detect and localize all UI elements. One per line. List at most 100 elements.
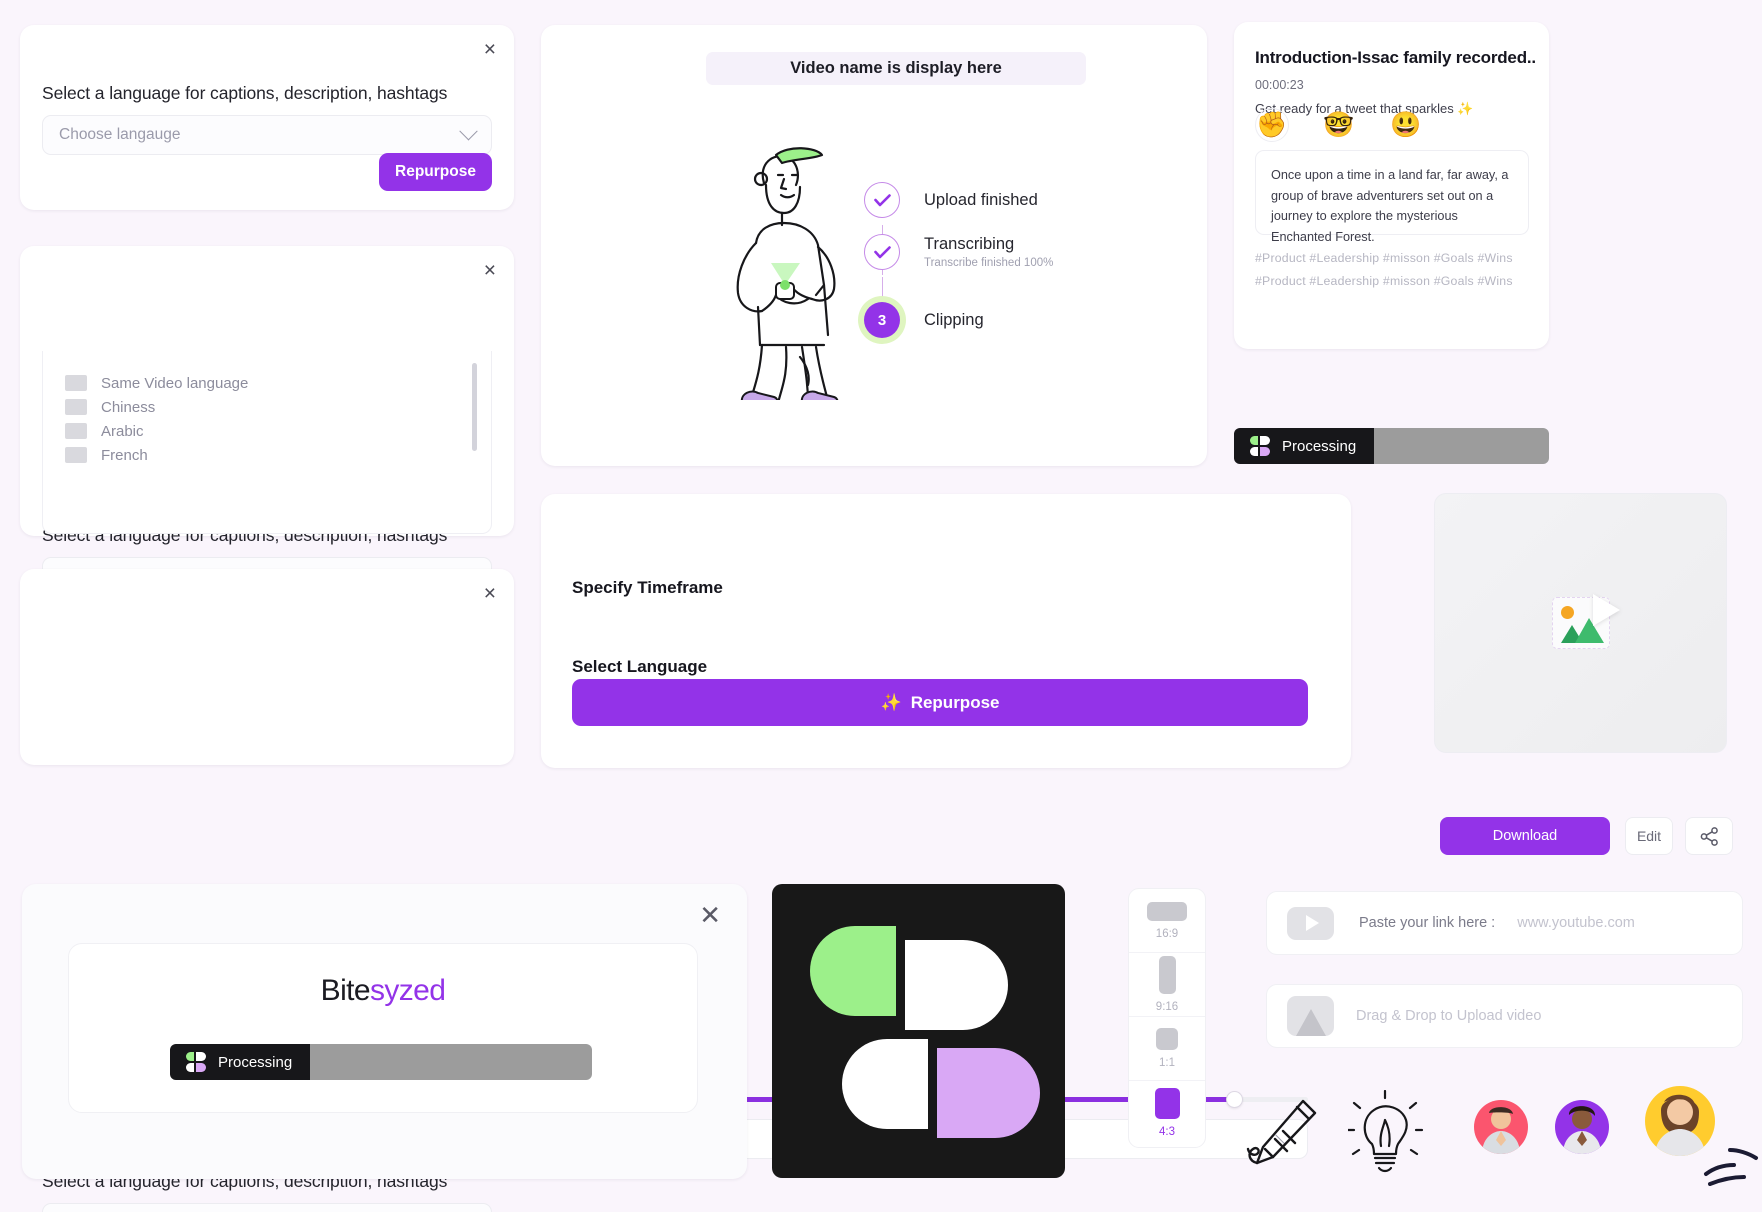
clip-title: Introduction-Issac family recorded... xyxy=(1255,48,1535,67)
processing-bar-bite: Processing xyxy=(170,1044,592,1080)
bitesyzed-inner: Bitesyzed Processing xyxy=(68,943,698,1113)
dropdown-option[interactable]: French xyxy=(65,443,491,467)
check-icon xyxy=(873,193,891,206)
flag-swatch xyxy=(65,447,87,463)
close-icon[interactable]: × xyxy=(484,39,496,60)
close-icon[interactable]: × xyxy=(484,583,496,604)
avatar-2[interactable] xyxy=(1555,1100,1609,1154)
step-label: Transcribing xyxy=(924,235,1015,253)
slider-knob-max[interactable] xyxy=(1225,1091,1243,1108)
sparkle-lines-doodle-icon xyxy=(1704,1148,1758,1186)
aspect-shape-icon xyxy=(1147,901,1187,921)
step-label: Clipping xyxy=(924,310,984,329)
chevron-down-icon xyxy=(459,121,478,140)
emoji-reaction-2[interactable]: 🤓 xyxy=(1322,108,1356,142)
language-select-1[interactable]: Choose langauge xyxy=(42,115,492,155)
edit-button[interactable]: Edit xyxy=(1625,817,1673,855)
person-illustration xyxy=(736,147,839,400)
language-dropdown-list[interactable]: Same Video language Chiness Arabic Frenc… xyxy=(42,351,492,534)
step-check-icon xyxy=(864,234,900,270)
avatar-1[interactable] xyxy=(1474,1100,1528,1154)
image-placeholder-icon xyxy=(1551,594,1620,649)
step-clipping: 3 Clipping xyxy=(864,302,984,338)
step-number-badge: 3 xyxy=(864,302,900,338)
aspect-label: 9:16 xyxy=(1155,1001,1179,1013)
check-icon xyxy=(873,245,891,258)
repurpose-button-1[interactable]: Repurpose xyxy=(379,153,492,191)
brand-logo-large-icon xyxy=(810,926,1040,1138)
processing-label: Processing xyxy=(218,1053,293,1071)
aspect-shape-icon xyxy=(1156,1028,1178,1050)
download-button[interactable]: Download xyxy=(1440,817,1610,855)
step-transcribing: Transcribing Transcribe finished 100% xyxy=(864,234,1053,270)
dropdown-option[interactable]: Arabic xyxy=(65,419,491,443)
aspect-option-9-16[interactable]: 9:16 xyxy=(1129,953,1205,1017)
aspect-label: 16:9 xyxy=(1155,927,1179,940)
youtube-icon xyxy=(1287,906,1334,940)
aspect-label: 4:3 xyxy=(1159,1126,1175,1138)
select-language-label: Select Language xyxy=(572,657,708,676)
link-input-placeholder: www.youtube.com xyxy=(1517,915,1635,931)
brand-name-part-1: Bite xyxy=(320,974,371,1007)
language-select-3[interactable]: Russian xyxy=(42,1203,492,1212)
brand-logo-tile xyxy=(772,884,1065,1178)
flag-swatch xyxy=(65,399,87,415)
processing-bar-right: Processing xyxy=(1234,428,1549,464)
aspect-label: 1:1 xyxy=(1159,1057,1175,1069)
dropdown-option[interactable]: Chiness xyxy=(65,395,491,419)
dropdown-option-label: French xyxy=(101,446,148,464)
share-button[interactable] xyxy=(1685,817,1733,855)
image-icon xyxy=(1287,996,1334,1036)
app-root: × Select a language for captions, descri… xyxy=(0,0,1762,1212)
timeframe-label: Specify Timeframe xyxy=(572,578,723,597)
timeframe-card: Specify Timeframe Select Language Englis… xyxy=(541,494,1351,1159)
processing-label: Processing xyxy=(1282,437,1357,455)
aspect-option-4-3[interactable]: 4:3 xyxy=(1129,1081,1205,1145)
video-name-banner: Video name is display here xyxy=(706,52,1086,85)
repurpose-main-button[interactable]: ✨ Repurpose xyxy=(572,679,1308,726)
play-icon[interactable] xyxy=(1592,594,1620,626)
step-check-icon xyxy=(864,182,900,218)
language-card-3: × Select a language for captions, descri… xyxy=(20,569,514,1212)
processing-status: Processing xyxy=(1234,428,1375,464)
lightbulb-doodle-icon xyxy=(1348,1090,1424,1173)
sparkle-icon: ✨ xyxy=(880,692,902,712)
avatar-person-2 xyxy=(1563,1106,1601,1154)
emoji-reaction-3[interactable]: 😃 xyxy=(1389,108,1423,142)
upload-label: Drag & Drop to Upload video xyxy=(1356,1008,1542,1024)
select-placeholder: Choose langauge xyxy=(59,126,181,143)
aspect-option-16-9[interactable]: 16:9 xyxy=(1129,889,1205,953)
pencil-doodle-icon xyxy=(1246,1099,1317,1165)
step-sublabel: Transcribe finished 100% xyxy=(924,257,1054,269)
processing-status: Processing xyxy=(170,1044,311,1080)
dropdown-option[interactable]: Same Video language xyxy=(65,371,491,395)
card-title: Select a language for captions, descript… xyxy=(42,83,448,103)
hero-card: Video name is display here Upload finish… xyxy=(541,25,1207,466)
aspect-ratio-selector[interactable]: 16:9 9:16 1:1 4:3 xyxy=(1128,888,1206,1148)
close-icon[interactable]: × xyxy=(484,260,496,281)
processing-track xyxy=(310,1044,592,1080)
clip-hashtags-line-1: #Product #Leadership #misson #Goals #Win… xyxy=(1255,251,1513,265)
step-upload-finished: Upload finished xyxy=(864,182,1038,218)
clip-info-panel: Introduction-Issac family recorded... 00… xyxy=(1234,22,1549,349)
step-label: Upload finished xyxy=(924,190,1038,209)
youtube-link-input[interactable]: Paste your link here : www.youtube.com xyxy=(1266,891,1743,955)
emoji-reaction-1[interactable]: ✊ xyxy=(1255,108,1289,142)
dropdown-scrollbar[interactable] xyxy=(472,363,477,451)
bitesyzed-card: ✕ Bitesyzed Processing xyxy=(22,884,747,1179)
repurpose-main-label: Repurpose xyxy=(910,692,1000,712)
share-icon xyxy=(1700,826,1718,846)
avatar-person-1 xyxy=(1482,1107,1520,1154)
brand-logo-icon xyxy=(1250,436,1270,456)
aspect-option-1-1[interactable]: 1:1 xyxy=(1129,1017,1205,1081)
brand-wordmark: Bitesyzed xyxy=(69,974,697,1008)
clip-hashtags-line-2: #Product #Leadership #misson #Goals #Win… xyxy=(1255,274,1513,288)
close-icon[interactable]: ✕ xyxy=(699,902,721,928)
link-input-label: Paste your link here : xyxy=(1359,915,1496,931)
dropdown-option-label: Arabic xyxy=(101,422,144,440)
clip-timestamp: 00:00:23 xyxy=(1255,78,1304,92)
clip-description[interactable]: Once upon a time in a land far, far away… xyxy=(1255,150,1529,244)
upload-dropzone[interactable]: Drag & Drop to Upload video xyxy=(1266,984,1743,1048)
video-preview[interactable] xyxy=(1434,493,1727,753)
dropdown-option-label: Chiness xyxy=(101,398,156,416)
